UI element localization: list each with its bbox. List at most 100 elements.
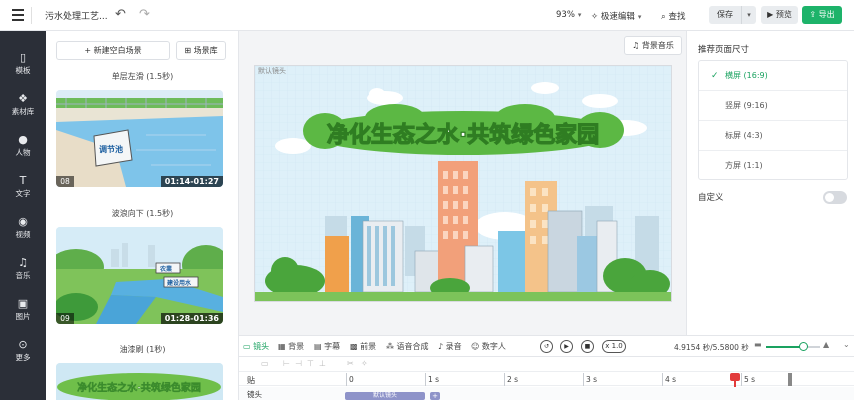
align-up-icon[interactable]: ⊤ [307,359,314,368]
transition-label[interactable]: 油漆刷 (1秒) [46,344,238,355]
microphone-icon: ♪ [438,342,446,351]
find-button[interactable]: ⌕ 查找 [661,10,685,22]
scene-thumb-09[interactable]: 农業 建设用水 09 01:28-01:36 [56,227,223,324]
lightning-icon: ✧ [591,12,601,22]
play-icon: ▶ [767,10,776,19]
nav-item-person[interactable]: ● 人物 [0,133,46,158]
background-music-button[interactable]: ♫ 背景音乐 [624,36,682,55]
image-icon: ▣ [17,297,29,310]
ratio-list: ✓ 横屏 (16:9) 竖屏 (9:16) 标屏 (4:3) 方屏 (1:1) [698,60,848,180]
tab-label: 前景 [360,342,377,351]
zoom-out-icon[interactable]: ▬ [754,340,762,349]
sign-text: 农業 [159,265,173,273]
magic-icon[interactable]: ✧ [361,359,368,368]
tab-background[interactable]: ▦ 背景 [278,341,304,352]
chevron-down-icon: ▾ [577,11,582,19]
stop-icon[interactable]: ■ [581,340,594,353]
transition-label[interactable]: 单层左滑 (1.5秒) [46,71,238,82]
tab-label: 背景 [288,342,305,351]
toggle-knob [825,193,834,202]
rewind-icon[interactable]: ↺ [540,340,553,353]
sign-text: 调节池 [99,144,123,154]
zoom-in-icon[interactable]: ▲ [823,340,829,349]
nav-label: 模板 [15,66,31,75]
time-ruler[interactable]: 贴 0 1 s 2 s 3 s 4 s 5 s [239,373,854,386]
playback-speed-button[interactable]: x 1.0 [602,340,626,353]
save-options-chevron-icon[interactable]: ▾ [742,6,756,24]
nav-item-music[interactable]: ♫ 音乐 [0,256,46,281]
collapse-icon[interactable]: ⌄ [843,340,850,349]
new-blank-scene-button[interactable]: + 新建空白场景 [56,41,170,60]
shot-clip[interactable]: 默认镜头 [345,392,425,400]
nav-item-video[interactable]: ◉ 视频 [0,215,46,240]
preview-button[interactable]: ▶ 预览 [761,6,798,24]
edit-mode-dropdown[interactable]: ✧ 极速编辑 ▾ [591,10,641,22]
nav-label: 图片 [15,312,31,321]
grid-icon: ⊞ [184,46,194,55]
play-icon[interactable]: ▶ [560,340,573,353]
transition-label[interactable]: 波浪向下 (1.5秒) [46,208,238,219]
ratio-1-1[interactable]: 方屏 (1:1) [699,151,847,181]
undo-icon[interactable]: ↶ [115,7,126,22]
video-icon: ◉ [18,215,28,228]
nav-label: 视频 [15,230,31,239]
add-clip-icon[interactable]: + [430,392,440,400]
scene-illustration: 净化生态之水·共筑绿色家园 [255,66,671,301]
project-title[interactable]: 污水处理工艺... [45,9,108,22]
redo-icon[interactable]: ↷ [139,7,150,22]
tts-icon: ⁂ [386,342,397,351]
camera-icon: ▭ [243,342,254,351]
save-button[interactable]: 保存 [709,6,742,24]
top-bar: 污水处理工艺... ↶ ↷ 93% ▾ ✧ 极速编辑 ▾ ⌕ 查找 保存 ▾ ▶ 预… [0,0,854,31]
nav-item-material[interactable]: ❖ 素材库 [0,92,46,117]
nav-item-template[interactable]: ▯ 模板 [0,51,46,76]
scene-library-label: 场景库 [193,46,218,55]
menu-icon[interactable] [12,9,24,21]
subtitle-icon: ▤ [314,342,325,351]
new-scene-label: 新建空白场景 [93,46,142,55]
ruler-tick-line [346,373,347,386]
ratio-9-16[interactable]: 竖屏 (9:16) [699,91,847,121]
slider-knob[interactable] [798,342,808,351]
scene-thumb-10[interactable]: 净化生态之水·共筑绿色家园 [56,363,223,400]
nav-item-image[interactable]: ▣ 图片 [0,297,46,322]
nav-label: 人物 [15,148,31,157]
nav-label: 更多 [15,353,31,362]
timeline-end-marker [788,373,792,386]
ratio-16-9[interactable]: ✓ 横屏 (16:9) [699,61,847,91]
check-icon: ✓ [711,71,719,81]
tab-subtitle[interactable]: ▤ 字幕 [314,341,340,352]
scene-time-range: 01:28-01:36 [160,313,223,324]
ruler-tick-line [425,373,426,386]
zoom-dropdown[interactable]: 93% ▾ [556,10,581,20]
ruler-tick-label: 2 s [507,375,519,384]
scene-library-button[interactable]: ⊞ 场景库 [176,41,226,60]
tab-tts[interactable]: ⁂ 语音合成 [386,341,429,352]
nav-item-more[interactable]: ⊙ 更多 [0,338,46,363]
timeline-zoom-slider[interactable] [766,342,820,351]
preview-label: 预览 [775,10,792,19]
nav-item-text[interactable]: T 文字 [0,174,46,199]
music-icon: ♫ [18,256,28,269]
plus-icon: + [84,46,94,55]
split-icon[interactable]: ▭ [261,359,269,368]
ruler-tick-line [741,373,742,386]
align-down-icon[interactable]: ⊥ [319,359,326,368]
cut-icon[interactable]: ✂ [347,359,354,368]
tab-foreground[interactable]: ▩ 前景 [350,341,376,352]
tab-shot[interactable]: ▭ 镜头 [243,341,269,352]
export-button[interactable]: ⇪ 导出 [802,6,842,24]
scene-thumb-08[interactable]: 调节池 08 01:14-01:27 [56,90,223,187]
zoom-value: 93% [556,10,575,20]
align-right-icon[interactable]: ⊣ [295,359,302,368]
tab-digital-human[interactable]: ☺ 数字人 [471,341,506,352]
banner-text: 净化生态之水·共筑绿色家园 [327,122,599,148]
ratio-4-3[interactable]: 标屏 (4:3) [699,121,847,151]
stage-canvas[interactable]: 净化生态之水·共筑绿色家园 [254,65,672,302]
tab-record[interactable]: ♪ 录音 [438,341,462,352]
app-window: 污水处理工艺... ↶ ↷ 93% ▾ ✧ 极速编辑 ▾ ⌕ 查找 保存 ▾ ▶ 预… [0,0,854,400]
save-group: 保存 ▾ [709,6,756,24]
align-left-icon[interactable]: ⊢ [283,359,290,368]
timeline-toolbar: ▭ 镜头 ▦ 背景 ▤ 字幕 ▩ 前景 ⁂ 语音合成 ♪ 录音 ☺ 数字人 ↺ … [239,335,854,357]
custom-size-toggle[interactable] [823,191,847,204]
